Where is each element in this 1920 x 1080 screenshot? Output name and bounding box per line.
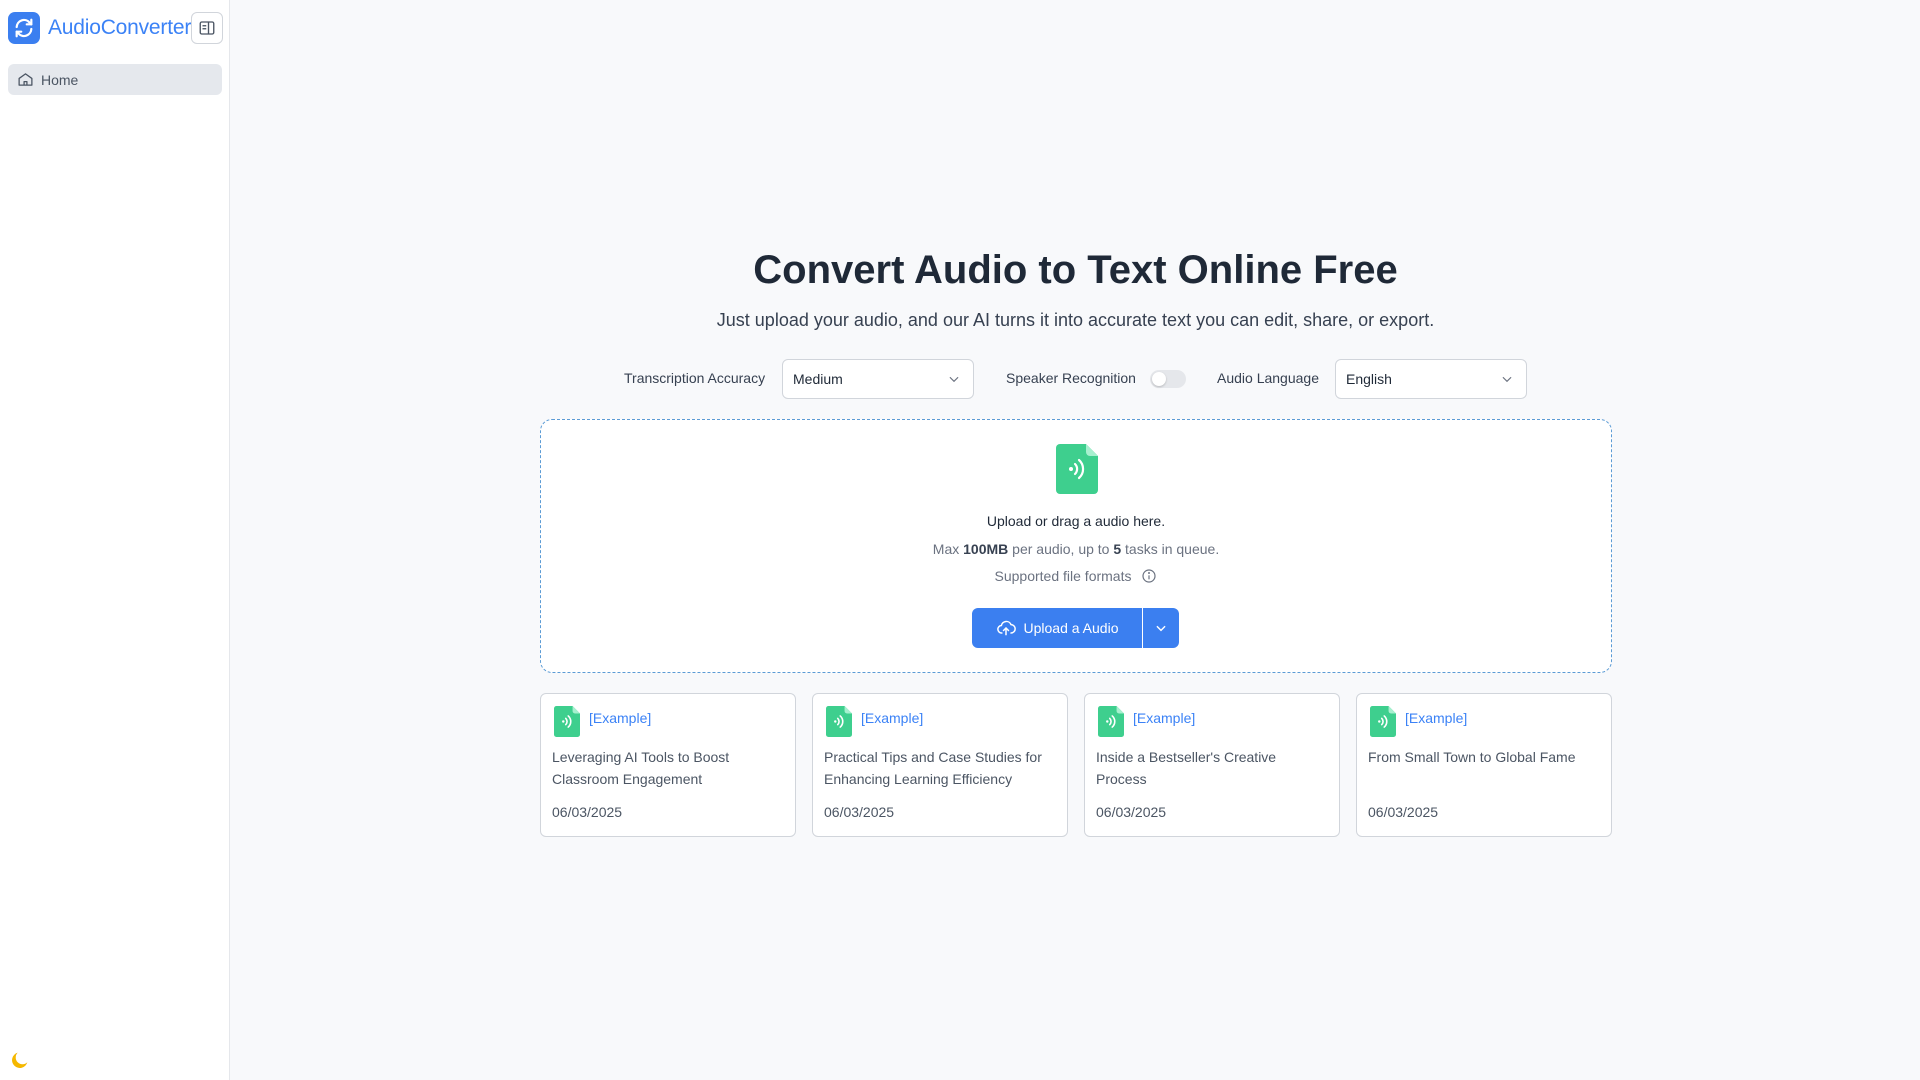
upload-dropzone[interactable]: Upload or drag a audio here. Max 100MB p… — [540, 419, 1612, 673]
upload-options-button[interactable] — [1143, 608, 1179, 648]
example-card[interactable]: [Example] From Small Town to Global Fame… — [1356, 693, 1612, 837]
sidebar-collapse-icon — [199, 21, 215, 35]
main-content: Convert Audio to Text Online Free Just u… — [231, 0, 1920, 1080]
speaker-label: Speaker Recognition — [1006, 370, 1136, 386]
example-date: 06/03/2025 — [1096, 804, 1167, 820]
example-date: 06/03/2025 — [1368, 804, 1439, 820]
language-value: English — [1346, 371, 1392, 387]
moon-icon — [12, 1052, 28, 1068]
example-title: Practical Tips and Case Studies for Enha… — [824, 749, 1042, 787]
theme-toggle-button[interactable] — [9, 1049, 31, 1076]
sidebar-toggle-button[interactable] — [191, 12, 223, 44]
upload-limits: Max 100MB per audio, up to 5 tasks in qu… — [932, 541, 1220, 557]
accuracy-select[interactable]: Medium — [782, 359, 974, 399]
example-tag: [Example] — [589, 710, 652, 726]
example-tag: [Example] — [1405, 710, 1468, 726]
options-bar: Transcription Accuracy Medium Speaker Re… — [231, 359, 1920, 399]
home-icon — [18, 73, 33, 86]
language-label: Audio Language — [1217, 370, 1319, 386]
supported-formats: Supported file formats — [541, 568, 1611, 584]
upload-audio-label: Upload a Audio — [1023, 620, 1119, 636]
sidebar: AudioConverter Home — [0, 0, 230, 1080]
upload-audio-button[interactable]: Upload a Audio — [972, 608, 1142, 648]
upload-button-group: Upload a Audio — [972, 608, 1179, 648]
page-title: Convert Audio to Text Online Free — [753, 248, 1398, 292]
speaker-recognition-toggle[interactable] — [1150, 370, 1186, 388]
example-cards: [Example] Leveraging AI Tools to Boost C… — [540, 693, 1612, 837]
toggle-knob — [1152, 372, 1166, 386]
example-date: 06/03/2025 — [552, 804, 623, 820]
example-date: 06/03/2025 — [824, 804, 895, 820]
chevron-down-icon — [949, 376, 959, 383]
cloud-upload-icon — [996, 620, 1016, 636]
app-name: AudioConverter — [48, 16, 192, 39]
supported-formats-label: Supported file formats — [994, 568, 1132, 584]
accuracy-value: Medium — [793, 371, 843, 387]
brand[interactable]: AudioConverter — [8, 12, 191, 44]
audio-file-icon — [1098, 706, 1124, 737]
info-icon[interactable] — [1141, 568, 1157, 584]
example-card[interactable]: [Example] Leveraging AI Tools to Boost C… — [540, 693, 796, 837]
example-tag: [Example] — [1133, 710, 1196, 726]
app-logo-icon — [8, 12, 40, 44]
example-title: From Small Town to Global Fame — [1368, 749, 1576, 765]
example-title: Leveraging AI Tools to Boost Classroom E… — [552, 749, 730, 787]
audio-file-icon — [554, 706, 580, 737]
audio-file-icon — [826, 706, 852, 737]
example-title: Inside a Bestseller's Creative Process — [1096, 749, 1277, 787]
accuracy-label: Transcription Accuracy — [624, 370, 766, 386]
chevron-down-icon — [1502, 376, 1512, 383]
audio-file-icon — [1056, 444, 1098, 499]
sidebar-item-home[interactable]: Home — [8, 64, 222, 95]
sidebar-item-label: Home — [41, 71, 79, 88]
chevron-down-icon — [1156, 625, 1166, 632]
audio-file-icon — [1370, 706, 1396, 737]
upload-prompt: Upload or drag a audio here. — [986, 513, 1166, 529]
example-tag: [Example] — [861, 710, 924, 726]
example-card[interactable]: [Example] Inside a Bestseller's Creative… — [1084, 693, 1340, 837]
language-select[interactable]: English — [1335, 359, 1527, 399]
example-card[interactable]: [Example] Practical Tips and Case Studie… — [812, 693, 1068, 837]
page-subtitle: Just upload your audio, and our AI turns… — [716, 310, 1435, 330]
